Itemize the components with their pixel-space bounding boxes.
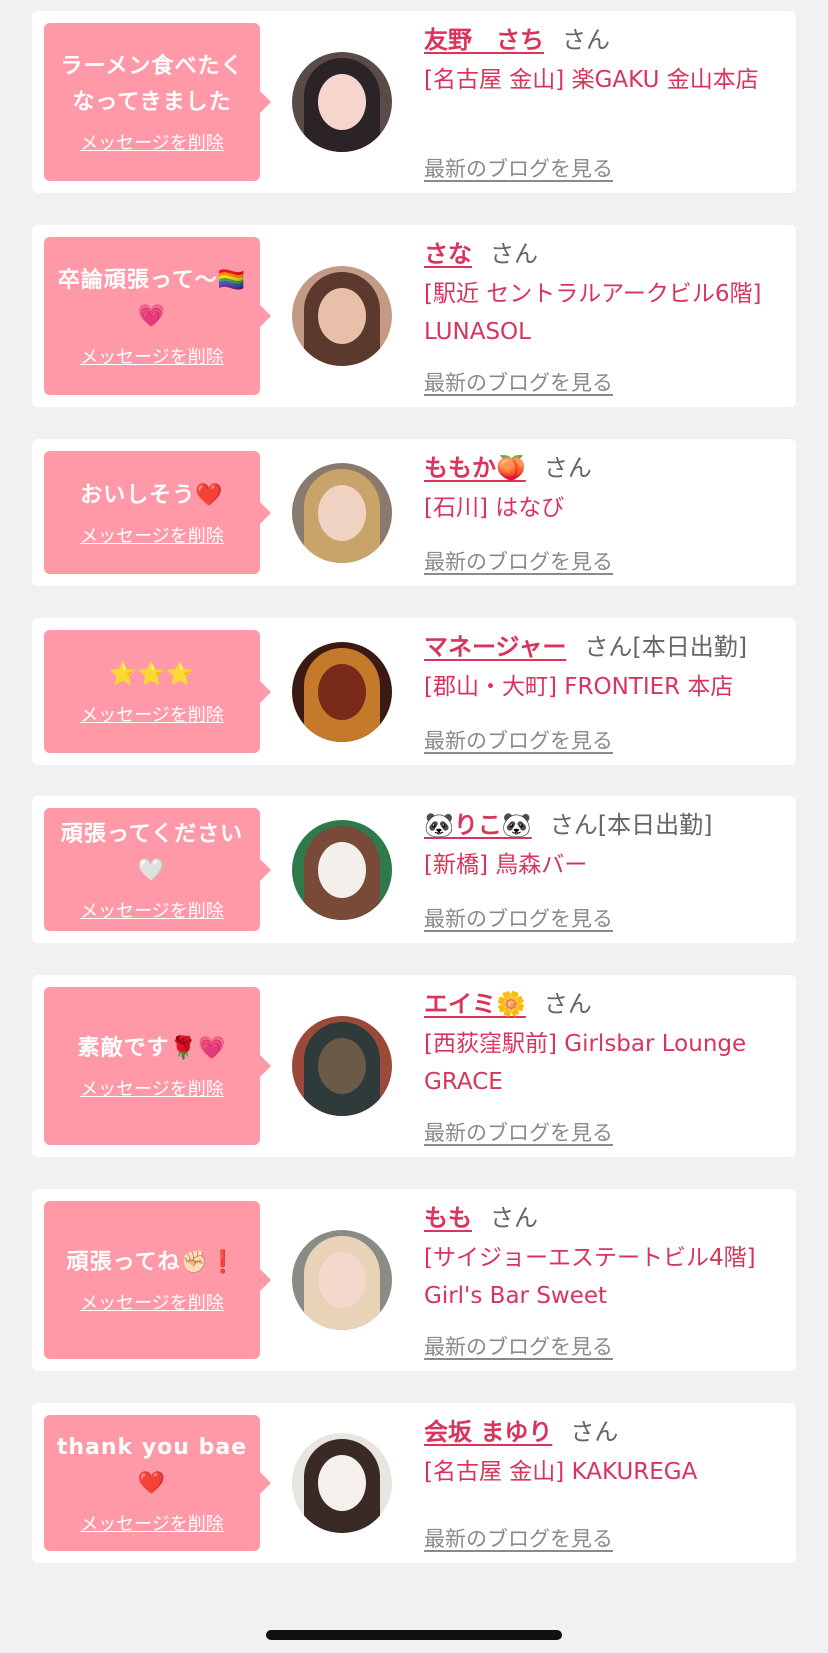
message-card: ラーメン食べたくなってきましたメッセージを削除 友野 さち さん [名古屋 金山] 楽…	[32, 11, 796, 193]
message-card: 卒論頑張って〜🏳️‍🌈💗 メッセージを削除 さな さん [駅近 セントラルアークビル6階…	[32, 225, 796, 407]
avatar-portrait[interactable]	[292, 1433, 392, 1533]
avatar-portrait[interactable]	[292, 52, 392, 152]
delete-message-link[interactable]: メッセージを削除	[80, 701, 224, 727]
delete-message-link[interactable]: メッセージを削除	[80, 343, 224, 369]
avatar-portrait[interactable]	[292, 1230, 392, 1330]
cast-info: 会坂 まゆり さん [名古屋 金山] KAKUREGA 最新のブログを見る	[424, 1415, 774, 1551]
cast-name-link[interactable]: エイミ🌼	[424, 990, 526, 1018]
message-card: 素敵です🌹💗 メッセージを削除 エイミ🌼 さん [西荻窪駅前] Girlsbar Lou…	[32, 975, 796, 1157]
message-text: 頑張ってね✊🏻❗️	[66, 1250, 238, 1275]
shop-name: [駅近 セントラルアークビル6階] LUNASOL	[424, 281, 762, 345]
name-row: さな さん	[424, 237, 774, 271]
avatar-face	[318, 1038, 366, 1094]
latest-blog-link[interactable]: 最新のブログを見る	[424, 546, 613, 576]
delete-message-link[interactable]: メッセージを削除	[80, 1289, 224, 1315]
delete-message-link[interactable]: メッセージを削除	[80, 129, 224, 155]
avatar-face	[318, 664, 366, 720]
cast-info: 友野 さち さん [名古屋 金山] 楽GAKU 金山本店最新のブログを見る	[424, 23, 774, 181]
name-suffix: さん	[562, 26, 610, 54]
message-text: thank you bae❤️	[56, 1435, 248, 1496]
message-bubble: 素敵です🌹💗 メッセージを削除	[44, 987, 271, 1145]
cast-info: もも さん [サイジョーエステートビル4階] Girl's Bar Sweet 最新の…	[424, 1201, 774, 1359]
avatar-street[interactable]	[292, 1016, 392, 1116]
message-text: 卒論頑張って〜🏳️‍🌈💗	[57, 268, 247, 329]
latest-blog-link[interactable]: 最新のブログを見る	[424, 367, 613, 397]
message-card: 頑張ってね✊🏻❗️ メッセージを削除 もも さん [サイジョーエステートビル4階] Gi…	[32, 1189, 796, 1371]
avatar-face	[318, 842, 366, 898]
message-text: 素敵です🌹💗	[77, 1036, 227, 1061]
name-row: 🐼りこ🐼 さん[本日出勤]	[424, 808, 774, 842]
avatar-portrait[interactable]	[292, 820, 392, 920]
message-list: ラーメン食べたくなってきました メッセージを削除 友野 さち さん [名古屋 金山] 楽…	[0, 0, 828, 1653]
message-text: 頑張ってください🤍	[60, 821, 244, 883]
latest-blog-link[interactable]: 最新のブログを見る	[424, 1117, 613, 1147]
delete-message-link[interactable]: メッセージを削除	[80, 522, 224, 548]
avatar-portrait[interactable]	[292, 266, 392, 366]
name-row: ももか🍑 さん	[424, 451, 774, 485]
message-card: おいしそう❤️ メッセージを削除 ももか🍑 さん [石川] はなび最新のブログを見る	[32, 439, 796, 586]
shop-name: [郡山・大町] FRONTIER 本店	[424, 674, 734, 700]
name-suffix: さん	[543, 454, 592, 482]
latest-blog-link[interactable]: 最新のブログを見る	[424, 903, 613, 933]
name-suffix: さん[本日出勤]	[549, 811, 713, 839]
message-bubble: 頑張ってください🤍 メッセージを削除	[44, 808, 271, 931]
latest-blog-link[interactable]: 最新のブログを見る	[424, 153, 613, 183]
cast-name-link[interactable]: もも	[424, 1204, 472, 1232]
name-suffix: さん	[490, 1204, 538, 1232]
latest-blog-link[interactable]: 最新のブログを見る	[424, 1331, 613, 1361]
cast-info: ももか🍑 さん [石川] はなび最新のブログを見る	[424, 451, 774, 574]
shop-name: [石川] はなび	[424, 495, 565, 521]
home-indicator[interactable]	[266, 1630, 562, 1640]
avatar-face	[318, 1252, 366, 1308]
message-bubble: 卒論頑張って〜🏳️‍🌈💗 メッセージを削除	[44, 237, 271, 395]
cast-name-link[interactable]: ももか🍑	[424, 454, 526, 482]
avatar-face	[318, 1455, 366, 1511]
message-bubble: おいしそう❤️ メッセージを削除	[44, 451, 271, 574]
latest-blog-link[interactable]: 最新のブログを見る	[424, 725, 613, 755]
avatar-portrait[interactable]	[292, 463, 392, 563]
message-text: ⭐️⭐️⭐️	[109, 661, 195, 687]
message-text: おいしそう❤️	[80, 482, 224, 508]
cast-info: マネージャー さん[本日出勤] [郡山・大町] FRONTIER 本店最新のブログを…	[424, 630, 774, 753]
shop-name: [新橋] 鳥森バー	[424, 852, 588, 878]
cast-info: さな さん [駅近 セントラルアークビル6階] LUNASOL 最新のブログを見る	[424, 237, 774, 395]
cast-info: エイミ🌼 さん [西荻窪駅前] Girlsbar Lounge GRACE 最新のブロ…	[424, 987, 774, 1145]
name-suffix: さん	[570, 1418, 619, 1446]
message-bubble: ⭐️⭐️⭐️ メッセージを削除	[44, 630, 271, 753]
cast-name-link[interactable]: 友野 さち	[424, 26, 544, 54]
name-row: マネージャー さん[本日出勤]	[424, 630, 774, 664]
message-card: thank you bae❤️ メッセージを削除 会坂 まゆり さん [名古屋 金山] …	[32, 1403, 796, 1563]
shop-name: [名古屋 金山] 楽GAKU 金山本店	[424, 67, 759, 93]
avatar-bar-interior[interactable]	[292, 642, 392, 742]
cast-name-link[interactable]: 会坂 まゆり	[424, 1418, 552, 1446]
message-bubble: thank you bae❤️ メッセージを削除	[44, 1415, 271, 1551]
shop-name: [サイジョーエステートビル4階] Girl's Bar Sweet	[424, 1245, 756, 1309]
message-bubble: 頑張ってね✊🏻❗️ メッセージを削除	[44, 1201, 271, 1359]
latest-blog-link[interactable]: 最新のブログを見る	[424, 1523, 613, 1553]
cast-info: 🐼りこ🐼 さん[本日出勤] [新橋] 鳥森バー最新のブログを見る	[424, 808, 774, 931]
message-card: 頑張ってください🤍 メッセージを削除 🐼りこ🐼 さん[本日出勤] [新橋] 鳥森バー最新…	[32, 796, 796, 943]
delete-message-link[interactable]: メッセージを削除	[80, 897, 224, 923]
name-row: エイミ🌼 さん	[424, 987, 774, 1021]
cast-name-link[interactable]: さな	[424, 240, 472, 268]
name-row: 友野 さち さん	[424, 23, 774, 57]
avatar-face	[318, 74, 366, 130]
message-bubble: ラーメン食べたくなってきましたメッセージを削除	[44, 23, 271, 181]
name-row: もも さん	[424, 1201, 774, 1235]
cast-name-link[interactable]: 🐼りこ🐼	[424, 811, 532, 839]
message-card: ⭐️⭐️⭐️ メッセージを削除 マネージャー さん[本日出勤] [郡山・大町] FRON…	[32, 618, 796, 765]
cast-name-link[interactable]: マネージャー	[424, 633, 566, 661]
name-suffix: さん	[490, 240, 538, 268]
delete-message-link[interactable]: メッセージを削除	[80, 1510, 224, 1536]
message-text: ラーメン食べたくなってきました	[60, 54, 244, 115]
name-row: 会坂 まゆり さん	[424, 1415, 774, 1449]
avatar-face	[318, 485, 366, 541]
shop-name: [名古屋 金山] KAKUREGA	[424, 1459, 698, 1485]
name-suffix: さん[本日出勤]	[584, 633, 748, 661]
avatar-face	[318, 288, 366, 344]
delete-message-link[interactable]: メッセージを削除	[80, 1075, 224, 1101]
shop-name: [西荻窪駅前] Girlsbar Lounge GRACE	[424, 1031, 747, 1095]
name-suffix: さん	[543, 990, 592, 1018]
